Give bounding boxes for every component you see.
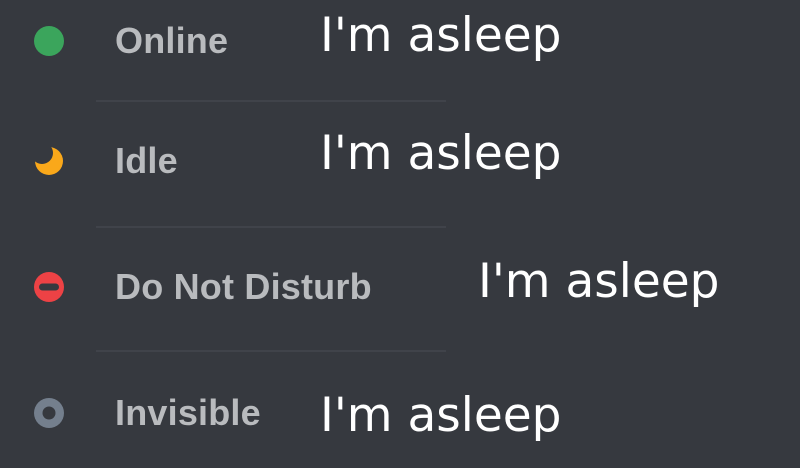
status-option-label: Do Not Disturb [115,266,372,307]
status-option-idle[interactable]: Idle I'm asleep [0,106,800,216]
idle-moon-icon [35,147,63,175]
caption-text: I'm asleep [320,8,562,63]
separator [96,100,446,102]
status-option-online[interactable]: Online I'm asleep [0,0,800,96]
invisible-ring-icon [34,398,64,428]
do-not-disturb-icon [34,272,64,302]
caption-text: I'm asleep [478,254,720,309]
status-option-label: Idle [115,140,178,181]
online-dot-icon [34,26,64,56]
caption-text: I'm asleep [320,388,562,443]
separator [96,350,446,352]
status-menu: Online I'm asleep Idle I'm asleep Do Not… [0,0,800,450]
status-option-label: Online [115,20,229,61]
status-option-label: Invisible [115,392,261,433]
status-option-invisible[interactable]: Invisible I'm asleep [0,358,800,468]
separator [96,226,446,228]
status-option-do-not-disturb[interactable]: Do Not Disturb I'm asleep [0,232,800,342]
caption-text: I'm asleep [320,126,562,181]
